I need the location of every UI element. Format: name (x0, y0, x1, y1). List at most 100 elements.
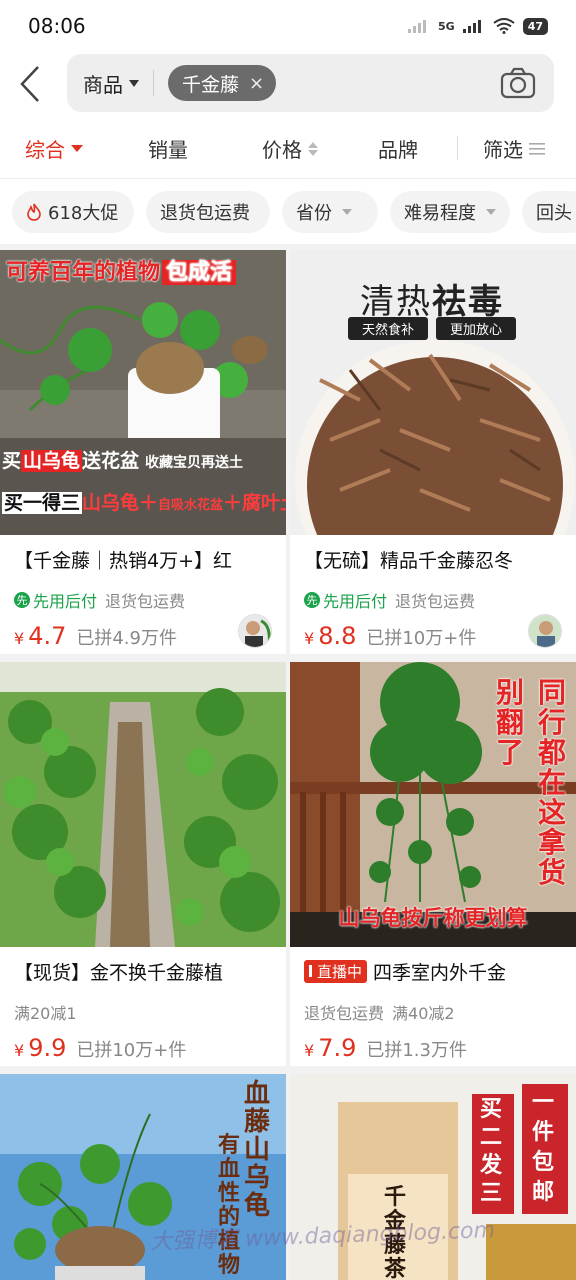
product-card[interactable]: 【现货】金不换千金藤植 满20减1 ¥ 9.9 已拼10万+件 (0, 662, 286, 1066)
flame-icon (27, 203, 41, 221)
filter-chip-label: 难易程度 (404, 203, 476, 224)
product-image-vtext: 一件包邮 (532, 1090, 555, 1205)
chevron-down-icon (486, 209, 496, 215)
price-value: 8.8 (318, 622, 357, 650)
product-card[interactable]: 可养百年的植物 包成活 买山乌龟 送花盆 收藏宝贝再送土 买一得三 山乌龟＋自吸水花盆＋… (0, 250, 286, 654)
discount-tag: 满20减1 (14, 1004, 77, 1023)
product-image-vtext: 有血性的植物 (218, 1133, 241, 1278)
product-image-text: ＋腐叶土 (223, 492, 286, 514)
filter-chip-618[interactable]: 618大促 (12, 191, 134, 233)
chevron-down-icon (342, 209, 352, 215)
sold-count: 已拼4.9万件 (76, 628, 177, 649)
free-return-tag: 退货包运费 (304, 1004, 385, 1023)
search-category-label: 商品 (83, 72, 123, 97)
sold-count: 已拼1.3万件 (366, 1040, 467, 1061)
chevron-down-icon (129, 79, 139, 87)
product-card[interactable]: 别翻了 同行都在这拿货 山乌龟按斤称更划算 直播中 四季室内外千金 退货包运费 满… (290, 662, 576, 1066)
search-keyword-chip[interactable]: 千金藤 × (168, 65, 277, 101)
status-icons: 5G 47 (408, 17, 548, 35)
product-image-vtext: 买二发三 (480, 1097, 503, 1206)
product-image-vtext: 别翻了 (496, 676, 525, 769)
pay-later-tag: 先先用后付 (304, 588, 387, 612)
filter-button[interactable]: 筛选 (483, 134, 545, 163)
filter-icon (529, 142, 545, 155)
product-price: ¥ 9.9 已拼10万+件 (14, 1034, 186, 1062)
filter-chip-repeat[interactable]: 回头 (522, 191, 576, 233)
seller-avatar[interactable] (238, 614, 272, 648)
product-card[interactable]: 清热祛毒 天然食补 更加放心 【无硫】精品千金藤忍冬 先先用后付 退货包运费 ¥… (290, 250, 576, 654)
sort-sales-label: 销量 (148, 138, 188, 162)
currency-symbol: ¥ (304, 629, 315, 648)
product-price: ¥ 8.8 已拼10万+件 (304, 622, 476, 650)
product-image-text: 祛毒 (432, 282, 504, 322)
product-image-badge: 包成活 (162, 260, 237, 285)
product-image-text: 山乌龟 (21, 450, 83, 472)
product-title: 直播中 四季室内外千金 (304, 958, 566, 985)
filter-chip-difficulty[interactable]: 难易程度 (390, 191, 510, 233)
avatar-image (529, 615, 561, 647)
product-title: 【无硫】精品千金藤忍冬 (304, 550, 514, 572)
product-image-vine-field (0, 662, 286, 947)
currency-symbol: ¥ (14, 1041, 25, 1060)
product-price: ¥ 7.9 已拼1.3万件 (304, 1034, 467, 1062)
clear-keyword-icon[interactable]: × (249, 73, 264, 94)
pay-later-tag: 先先用后付 (14, 588, 97, 612)
product-image (0, 662, 286, 947)
sold-count: 已拼10万+件 (76, 1040, 187, 1061)
pay-later-label: 先用后付 (33, 592, 98, 611)
product-image: 可养百年的植物 包成活 买山乌龟 送花盆 收藏宝贝再送土 买一得三 山乌龟＋自吸水花盆＋… (0, 250, 286, 535)
sort-comprehensive[interactable]: 综合 (25, 134, 83, 163)
price-value: 9.9 (28, 1034, 67, 1062)
divider (457, 136, 458, 160)
price-value: 4.7 (28, 622, 67, 650)
discount-tag: 满40减2 (392, 1004, 455, 1023)
product-title-text: 四季室内外千金 (373, 962, 507, 984)
product-image-text: 山乌龟＋ (82, 492, 159, 514)
product-tags: 先先用后付 退货包运费 (14, 588, 185, 612)
search-box[interactable]: 商品 千金藤 × (67, 54, 554, 112)
filter-chip-label: 618大促 (48, 203, 119, 224)
sort-price[interactable]: 价格 (262, 134, 318, 163)
back-button[interactable] (0, 52, 60, 116)
filter-chip-label: 回头 (536, 203, 572, 224)
sort-sales[interactable]: 销量 (148, 134, 188, 163)
product-image-heading: 清热祛毒 (360, 274, 504, 323)
sort-brand-label: 品牌 (378, 138, 418, 162)
search-keyword: 千金藤 (182, 73, 240, 96)
product-image-text: 收藏宝贝再送土 (145, 455, 244, 471)
product-image-line3: 买一得三山乌龟＋自吸水花盆＋腐叶土 (2, 488, 286, 515)
sort-bar: 综合 销量 价格 品牌 筛选 (0, 116, 576, 178)
network-type: 5G (438, 19, 455, 33)
product-image-title-text: 可养百年的植物 (6, 260, 161, 285)
filter-chips: 618大促 退货包运费 省份 难易程度 回头 (0, 178, 576, 244)
product-image-text: 买一得三 (2, 492, 83, 514)
wifi-icon (493, 18, 515, 34)
filter-chip-label: 省份 (296, 203, 332, 224)
product-title: 【现货】金不换千金藤植 (14, 962, 224, 984)
camera-search-button[interactable] (500, 67, 536, 103)
sort-brand[interactable]: 品牌 (378, 134, 418, 163)
back-arrow-icon (20, 66, 39, 102)
free-return-tag: 退货包运费 (105, 592, 186, 611)
pay-later-icon: 先 (14, 592, 30, 608)
pay-later-label: 先用后付 (323, 592, 388, 611)
search-header: 商品 千金藤 × (0, 52, 576, 116)
product-image-text: 送花盆 (82, 450, 140, 472)
avatar-image (239, 615, 271, 647)
filter-chip-province[interactable]: 省份 (282, 191, 378, 233)
currency-symbol: ¥ (304, 1041, 315, 1060)
pay-later-icon: 先 (304, 592, 320, 608)
live-badge: 直播中 (304, 959, 368, 983)
filter-chip-free-return[interactable]: 退货包运费 (146, 191, 270, 233)
filter-chip-label: 退货包运费 (160, 203, 250, 224)
product-image-line2: 买山乌龟 送花盆 收藏宝贝再送土 (2, 446, 243, 473)
seller-avatar[interactable] (528, 614, 562, 648)
product-tags: 退货包运费 满40减2 (304, 1000, 455, 1024)
battery-icon: 47 (522, 17, 548, 35)
sold-count: 已拼10万+件 (366, 628, 477, 649)
product-tags: 满20减1 (14, 1000, 77, 1024)
filter-label: 筛选 (483, 138, 523, 162)
product-image: 清热祛毒 天然食补 更加放心 (290, 250, 576, 535)
sort-price-label: 价格 (262, 138, 302, 162)
search-category-dropdown[interactable]: 商品 (67, 69, 139, 98)
